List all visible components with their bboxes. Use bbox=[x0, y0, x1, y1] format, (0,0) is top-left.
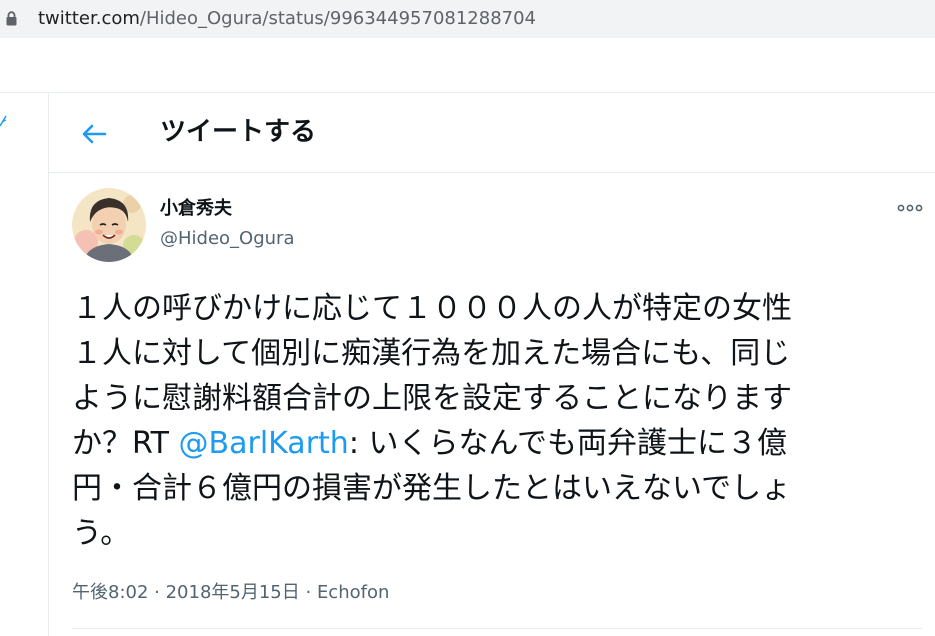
mention-link[interactable]: @BarlKarth bbox=[179, 426, 349, 461]
sidebar-feather-icon bbox=[0, 115, 7, 127]
tweet-text-segment: : いくらなんでも両弁護士に３億 bbox=[348, 426, 787, 461]
more-horizontal-icon bbox=[897, 204, 923, 212]
tweet-text-line: か？RT @BarlKarth: いくらなんでも両弁護士に３億 bbox=[72, 421, 922, 466]
tweet-text: １人の呼びかけに応じて１０００人の人が特定の女性 １人に対して個別に痴漢行為を加… bbox=[72, 286, 922, 556]
tweet-text-line: 円・合計６億円の損害が発生したとはいえないでしょ bbox=[72, 471, 792, 506]
url-host: twitter.com bbox=[38, 8, 140, 29]
tweet-source[interactable]: Echofon bbox=[317, 582, 389, 603]
meta-separator: · bbox=[148, 582, 166, 603]
browser-address-bar[interactable]: twitter.com/Hideo_Ogura/status/996344957… bbox=[0, 0, 935, 38]
top-divider bbox=[0, 92, 935, 93]
tweet-text-line: １人の呼びかけに応じて１０００人の人が特定の女性 bbox=[72, 291, 792, 326]
avatar[interactable] bbox=[72, 188, 146, 262]
tweet-text-line: １人に対して個別に痴漢行為を加えた場合にも、同じ bbox=[72, 336, 791, 371]
tweet-time[interactable]: 午後8:02 bbox=[72, 582, 148, 603]
arrow-left-icon bbox=[82, 124, 107, 144]
meta-separator: · bbox=[299, 582, 317, 603]
sidebar-divider bbox=[48, 93, 49, 636]
url-path: /Hideo_Ogura/status/996344957081288704 bbox=[139, 8, 537, 29]
header-divider bbox=[49, 172, 935, 173]
author-handle[interactable]: @Hideo_Ogura bbox=[160, 226, 294, 252]
url-text[interactable]: twitter.com/Hideo_Ogura/status/996344957… bbox=[38, 7, 536, 31]
tweet-meta: 午後8:02 · 2018年5月15日 · Echofon bbox=[72, 580, 389, 606]
more-options-button[interactable] bbox=[892, 196, 928, 220]
meta-divider bbox=[72, 628, 922, 629]
tweet-text-line: ように慰謝料額合計の上限を設定することになります bbox=[72, 381, 792, 416]
avatar-illustration bbox=[72, 188, 146, 262]
back-button[interactable] bbox=[76, 116, 112, 152]
tweet-date[interactable]: 2018年5月15日 bbox=[166, 582, 300, 603]
tweet-text-segment: か？RT bbox=[72, 426, 179, 461]
lock-icon bbox=[6, 11, 17, 26]
page-title: ツイートする bbox=[160, 117, 317, 147]
author-display-name[interactable]: 小倉秀夫 bbox=[160, 196, 232, 222]
tweet-text-line: う。 bbox=[72, 516, 131, 551]
